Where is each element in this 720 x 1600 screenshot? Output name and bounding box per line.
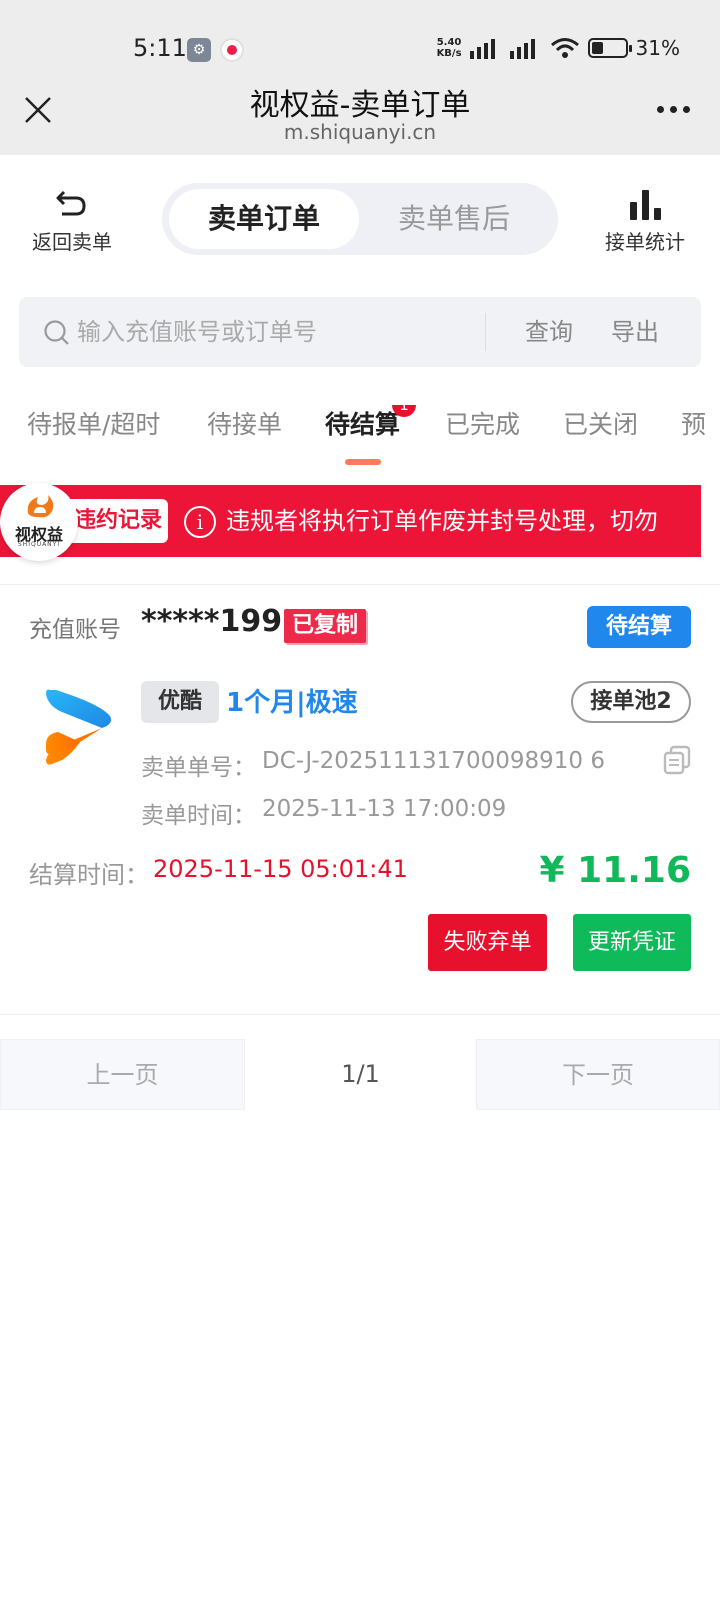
back-label: 返回卖单: [32, 230, 112, 254]
copy-icon[interactable]: [663, 745, 691, 775]
tab-more[interactable]: 预: [681, 405, 706, 445]
search-divider: [485, 313, 486, 351]
battery-icon: [587, 38, 632, 58]
order-type-segment: 卖单订单 卖单售后: [162, 183, 558, 255]
browser-titlebar: 视权益-卖单订单 m.shiquanyi.cn: [0, 80, 720, 155]
search-bar: 查询 导出: [19, 297, 701, 367]
stats-label: 接单统计: [605, 230, 685, 254]
signal-icon-2: [509, 37, 542, 59]
youku-logo-icon: [46, 689, 111, 765]
order-time-value: 2025-11-13 17:00:09: [262, 796, 507, 822]
page-url: m.shiquanyi.cn: [283, 120, 437, 144]
query-button[interactable]: 查询: [525, 297, 573, 367]
back-arrow-icon: [56, 190, 86, 216]
speed-unit: KB/s: [436, 48, 462, 59]
record-icon: [220, 38, 244, 62]
order-price: ¥ 11.16: [539, 850, 691, 891]
signal-icon: [469, 37, 502, 59]
notice-banner: 违约记录 i 违规者将执行订单作废并封号处理，切勿: [0, 485, 701, 557]
page-title: 视权益-卖单订单: [249, 88, 471, 123]
wrench-icon: ⚙: [187, 38, 211, 62]
search-icon: [44, 320, 69, 345]
copied-tag: 已复制: [284, 609, 366, 643]
notice-text: 违规者将执行订单作废并封号处理，切勿: [226, 507, 658, 535]
tab-sell-orders[interactable]: 卖单订单: [169, 189, 359, 249]
export-button[interactable]: 导出: [611, 297, 659, 367]
update-voucher-button[interactable]: 更新凭证: [573, 914, 691, 971]
more-icon[interactable]: [657, 106, 690, 113]
status-time: 5:11: [133, 34, 187, 62]
order-no-label: 卖单单号：: [141, 755, 256, 781]
status-right: 5.40 KB/s 31%: [437, 34, 680, 62]
card-divider: [0, 1014, 720, 1015]
tab-pending-settle-label: 待结算: [325, 410, 401, 439]
next-page-button[interactable]: 下一页: [476, 1039, 720, 1110]
order-status-badge: 待结算: [587, 606, 691, 648]
wifi-icon: [550, 38, 579, 58]
app-logo-badge[interactable]: 视权益 SHIQUANYI: [0, 483, 78, 561]
flame-logo-icon: [27, 495, 54, 518]
page-indicator: 1/1: [341, 1060, 380, 1088]
account-value[interactable]: *****199: [141, 604, 282, 639]
tab-pending-report[interactable]: 待报单/超时: [27, 405, 160, 445]
section-divider: [0, 584, 720, 585]
active-tab-indicator: [345, 459, 381, 465]
prev-page-button[interactable]: 上一页: [0, 1039, 245, 1110]
bar-chart-icon: [628, 188, 662, 220]
settle-time-value: 2025-11-15 05:01:41: [153, 855, 408, 883]
product-name: 1个月|极速: [226, 688, 358, 718]
platform-tag: 优酷: [141, 681, 219, 723]
order-no-value: DC-J-202511131700098910 6: [262, 748, 605, 774]
order-pool-tag: 接单池2: [571, 681, 691, 723]
tab-pending-settle[interactable]: 待结算 1: [325, 405, 417, 445]
back-to-sell-button[interactable]: 返回卖单: [26, 188, 118, 255]
logo-subtext: SHIQUANYI: [17, 541, 61, 548]
network-speed: 5.40 KB/s: [437, 37, 462, 59]
battery-percent: 31%: [635, 36, 680, 60]
order-stats-button[interactable]: 接单统计: [590, 188, 700, 255]
order-time-label: 卖单时间：: [141, 803, 256, 829]
status-tabs: 待报单/超时 待接单 待结算 1 已完成 已关闭 预: [0, 405, 720, 465]
pagination: 上一页 1/1 下一页: [0, 1039, 720, 1110]
abandon-order-button[interactable]: 失败弃单: [428, 914, 547, 971]
tab-completed[interactable]: 已完成: [445, 405, 520, 445]
tab-sell-aftersale[interactable]: 卖单售后: [359, 189, 549, 249]
speed-value: 5.40: [436, 37, 462, 48]
tab-closed[interactable]: 已关闭: [563, 405, 638, 445]
info-icon: i: [184, 506, 216, 538]
status-bar: 5:11 ⚙ 5.40 KB/s 31%: [0, 0, 720, 80]
settle-time-label: 结算时间：: [29, 861, 149, 889]
tab-pending-accept[interactable]: 待接单: [207, 405, 282, 445]
search-input[interactable]: [77, 309, 477, 355]
account-label: 充值账号: [29, 617, 121, 643]
